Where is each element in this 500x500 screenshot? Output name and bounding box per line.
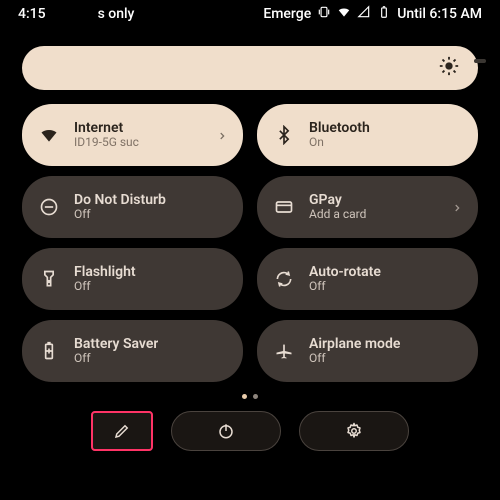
tile-sub: Off xyxy=(74,280,136,294)
airplane-icon xyxy=(273,341,295,361)
page-dot-active xyxy=(242,394,247,399)
status-right: Emerge Until 6:15 AM xyxy=(263,5,482,23)
signal-icon xyxy=(357,5,371,23)
dnd-icon xyxy=(38,197,60,217)
power-button[interactable] xyxy=(171,411,281,451)
tile-bluetooth[interactable]: Bluetooth On xyxy=(257,104,478,166)
tile-internet[interactable]: Internet ID19-5G suc xyxy=(22,104,243,166)
tile-label: Bluetooth xyxy=(309,120,370,136)
tile-sub: Off xyxy=(74,208,166,222)
bottom-actions xyxy=(0,411,500,451)
quick-settings-grid: Internet ID19-5G suc Bluetooth On Do Not… xyxy=(0,94,500,382)
tile-gpay[interactable]: GPay Add a card xyxy=(257,176,478,238)
page-dot xyxy=(253,394,258,399)
battery-saver-icon xyxy=(38,341,60,361)
tile-battery-saver[interactable]: Battery Saver Off xyxy=(22,320,243,382)
clock: 4:15 xyxy=(18,6,46,22)
tile-label: Airplane mode xyxy=(309,336,400,352)
tile-label: GPay xyxy=(309,192,366,208)
flashlight-icon xyxy=(38,269,60,289)
brightness-slider-wrap xyxy=(0,28,500,94)
tile-auto-rotate[interactable]: Auto-rotate Off xyxy=(257,248,478,310)
tile-sub: On xyxy=(309,136,370,150)
tile-label: Internet xyxy=(74,120,139,136)
tile-airplane-mode[interactable]: Airplane mode Off xyxy=(257,320,478,382)
battery-icon xyxy=(377,5,391,23)
chevron-right-icon xyxy=(452,198,462,217)
rotate-icon xyxy=(273,269,295,289)
settings-button[interactable] xyxy=(299,411,409,451)
tile-flashlight[interactable]: Flashlight Off xyxy=(22,248,243,310)
chevron-right-icon xyxy=(217,126,227,145)
tile-sub: Off xyxy=(74,352,158,366)
page-indicator xyxy=(0,394,500,399)
tile-sub: Add a card xyxy=(309,208,366,222)
status-right-label: Emerge xyxy=(263,6,311,22)
tile-sub: Off xyxy=(309,280,381,294)
until-label: Until 6:15 AM xyxy=(397,6,482,22)
tile-sub: Off xyxy=(309,352,400,366)
tile-label: Auto-rotate xyxy=(309,264,381,280)
status-left: 4:15 s only xyxy=(18,6,134,22)
tile-label: Flashlight xyxy=(74,264,136,280)
vibrate-icon xyxy=(317,5,331,23)
bluetooth-icon xyxy=(273,125,295,145)
edit-tiles-button[interactable] xyxy=(91,411,153,451)
brightness-track-end xyxy=(474,59,486,63)
tile-label: Do Not Disturb xyxy=(74,192,166,208)
wifi-icon xyxy=(337,5,351,23)
status-left-extra: s only xyxy=(98,6,135,22)
card-icon xyxy=(273,197,295,217)
brightness-slider[interactable] xyxy=(22,46,478,90)
tile-do-not-disturb[interactable]: Do Not Disturb Off xyxy=(22,176,243,238)
tile-label: Battery Saver xyxy=(74,336,158,352)
tile-sub: ID19-5G suc xyxy=(74,136,139,150)
status-bar: 4:15 s only Emerge Until 6:15 AM xyxy=(0,0,500,28)
brightness-icon xyxy=(438,55,460,81)
wifi-icon xyxy=(38,125,60,145)
